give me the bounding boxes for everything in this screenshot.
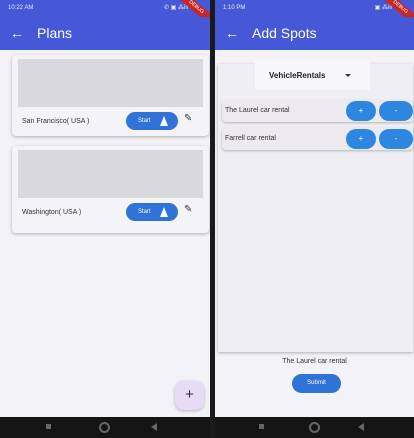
plan-image [18, 150, 203, 198]
recents-icon[interactable] [258, 424, 264, 429]
system-nav-bar [0, 417, 210, 438]
status-time: 1:10 PM [223, 5, 246, 11]
plan-card: San Francisco( USA ) Start ✎ [12, 55, 209, 136]
rental-name: The Laurel car rental [225, 107, 290, 114]
app-bar: ← Plans [0, 17, 210, 50]
start-label: Start [138, 118, 151, 124]
remove-spot-button[interactable]: - [379, 101, 413, 121]
dropdown-value: VehicleRentals [269, 71, 326, 80]
navigation-arrow-icon [160, 207, 168, 217]
add-plan-button[interactable]: + [175, 381, 204, 410]
status-bar: 1:10 PM ▣ ⁂ill [215, 0, 414, 17]
recents-icon[interactable] [46, 424, 52, 429]
back-icon[interactable] [151, 423, 158, 431]
add-spots-screen: 1:10 PM ▣ ⁂ill DEBUG ← Add Spots Vehicle… [215, 0, 414, 438]
selected-spot-text: The Laurel car rental [282, 358, 347, 365]
plan-place: Washington( USA ) [22, 209, 82, 216]
chevron-down-icon [345, 74, 351, 77]
plan-image [18, 59, 203, 107]
submit-button[interactable]: Submit [292, 374, 341, 393]
add-spot-button[interactable]: + [346, 101, 376, 121]
back-arrow-icon[interactable]: ← [225, 25, 239, 41]
rental-row: Farrell car rental + - [222, 128, 413, 150]
system-nav-bar [215, 417, 414, 438]
category-dropdown[interactable]: VehicleRentals [255, 60, 370, 90]
remove-spot-button[interactable]: - [379, 129, 413, 149]
home-icon[interactable] [98, 422, 110, 433]
start-button[interactable]: Start [126, 112, 178, 130]
back-icon[interactable] [358, 423, 365, 431]
app-bar: ← Add Spots [215, 17, 414, 50]
plan-place: San Francisco( USA ) [22, 118, 90, 125]
rental-row: The Laurel car rental + - [222, 100, 413, 122]
start-label: Start [138, 209, 151, 215]
rental-name: Farrell car rental [225, 135, 276, 142]
back-arrow-icon[interactable]: ← [10, 25, 24, 41]
status-bar: 10:22 AM ✆ ▣ ⁂ill [0, 0, 210, 17]
status-time: 10:22 AM [8, 5, 34, 11]
edit-pencil-icon[interactable]: ✎ [184, 113, 192, 124]
plan-card: Washington( USA ) Start ✎ [12, 146, 209, 233]
start-button[interactable]: Start [126, 203, 178, 221]
page-title: Plans [37, 25, 73, 41]
add-spot-button[interactable]: + [346, 129, 376, 149]
plans-screen: 10:22 AM ✆ ▣ ⁂ill DEBUG ← Plans San Fran… [0, 0, 210, 438]
edit-pencil-icon[interactable]: ✎ [184, 204, 192, 215]
navigation-arrow-icon [160, 116, 168, 126]
page-title: Add Spots [252, 25, 317, 41]
home-icon[interactable] [308, 422, 320, 433]
